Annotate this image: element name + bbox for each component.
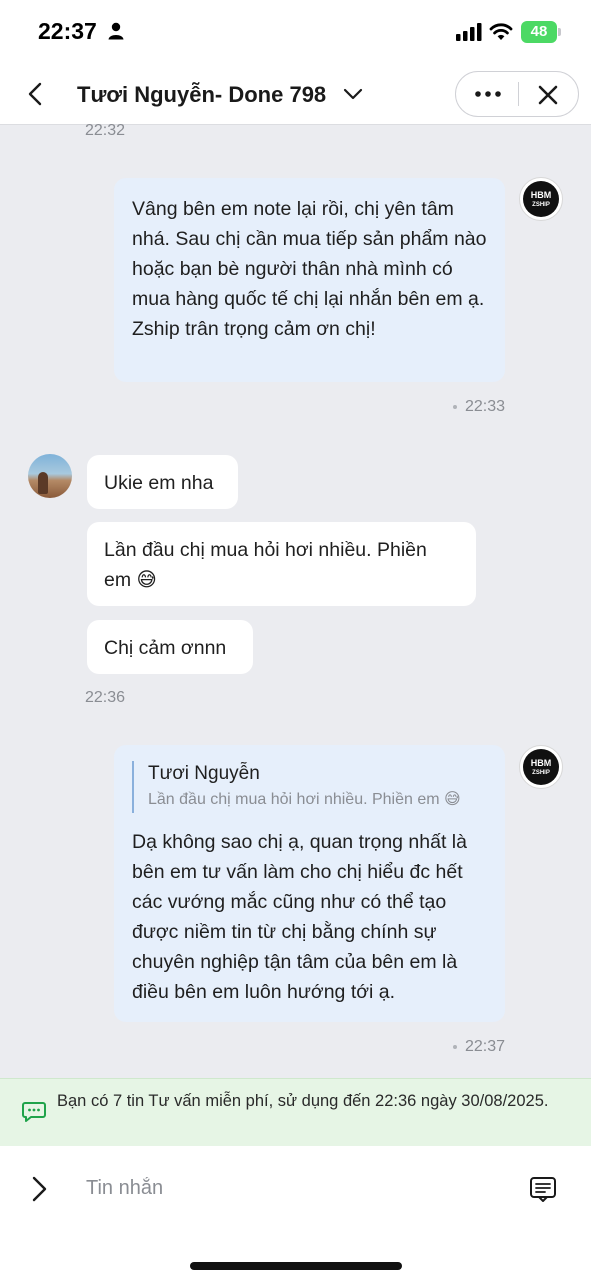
message-bubble-incoming[interactable]: Chị cảm ơnnn xyxy=(87,620,253,674)
more-icon[interactable] xyxy=(468,80,508,108)
timestamp-text: 22:37 xyxy=(464,1038,505,1055)
battery-tip xyxy=(558,28,561,36)
wifi-icon xyxy=(489,23,513,40)
timestamp: 22:36 xyxy=(85,689,126,706)
person-icon xyxy=(108,22,124,40)
shop-logo-line1: HBM xyxy=(530,758,552,768)
message-bubble-outgoing[interactable]: Vâng bên em note lại rồi, chị yên tâm nh… xyxy=(114,178,505,382)
message-bubble-incoming[interactable]: Ukie em nha xyxy=(87,455,238,509)
notice-text: Bạn có 7 tin Tư vấn miễn phí, sử dụng đế… xyxy=(57,1092,549,1110)
message-text: Dạ không sao chị ạ, quan trọng nhất là b… xyxy=(132,831,467,1003)
header-actions xyxy=(455,71,579,117)
message-bubble-outgoing-reply[interactable]: Tươi Nguyễn Lần đầu chị mua hỏi hơi nhiề… xyxy=(114,745,505,1022)
message-bubble-incoming[interactable]: Lần đầu chị mua hỏi hơi nhiều. Phiền em … xyxy=(87,522,476,606)
chat-header: Tươi Nguyễn- Done 798 xyxy=(0,62,591,125)
reply-snippet: Lần đầu chị mua hỏi hơi nhiều. Phiền em … xyxy=(148,791,461,808)
battery-level: 48 xyxy=(521,21,557,43)
message-input[interactable] xyxy=(86,1172,486,1204)
reply-author: Tươi Nguyễn xyxy=(148,763,260,784)
composer-bar xyxy=(0,1146,591,1280)
sticker-icon[interactable] xyxy=(528,1174,558,1204)
sent-dot xyxy=(452,1044,457,1049)
shop-logo-line1: HBM xyxy=(530,190,552,200)
timestamp: 22:33 xyxy=(380,398,505,416)
signal-icon xyxy=(456,23,482,41)
avatar-figure xyxy=(38,472,48,494)
shop-logo: HBM ZSHIP xyxy=(523,749,559,785)
timestamp-text: 22:33 xyxy=(464,398,505,415)
timestamp: 22:32 xyxy=(85,122,126,139)
pill-divider xyxy=(518,82,519,106)
chat-notice-icon xyxy=(22,1102,46,1122)
user-avatar[interactable] xyxy=(28,454,72,498)
reply-quote[interactable]: Tươi Nguyễn Lần đầu chị mua hỏi hơi nhiề… xyxy=(132,761,487,813)
message-text: Vâng bên em note lại rồi, chị yên tâm nh… xyxy=(132,198,487,340)
message-text: Chị cảm ơnnn xyxy=(104,637,227,659)
home-indicator[interactable] xyxy=(190,1262,402,1270)
conversation-title[interactable]: Tươi Nguyễn- Done 798 xyxy=(77,82,326,108)
status-time: 22:37 xyxy=(38,18,97,44)
close-icon[interactable] xyxy=(534,81,562,109)
status-bar: 22:37 48 xyxy=(0,0,591,62)
shop-logo: HBM ZSHIP xyxy=(523,181,559,217)
chevron-right-icon[interactable] xyxy=(26,1172,52,1206)
sent-dot xyxy=(452,404,457,409)
free-consult-notice: Bạn có 7 tin Tư vấn miễn phí, sử dụng đế… xyxy=(0,1078,591,1146)
back-icon[interactable] xyxy=(20,78,50,110)
shop-avatar[interactable]: HBM ZSHIP xyxy=(519,745,563,789)
shop-avatar[interactable]: HBM ZSHIP xyxy=(519,177,563,221)
message-text: Ukie em nha xyxy=(104,472,214,494)
timestamp: 22:37 xyxy=(380,1038,505,1056)
message-text: Lần đầu chị mua hỏi hơi nhiều. Phiền em … xyxy=(104,539,427,591)
shop-logo-line2: ZSHIP xyxy=(532,770,550,776)
chevron-down-icon[interactable] xyxy=(342,86,364,102)
shop-logo-line2: ZSHIP xyxy=(532,202,550,208)
battery-indicator: 48 xyxy=(521,21,561,43)
